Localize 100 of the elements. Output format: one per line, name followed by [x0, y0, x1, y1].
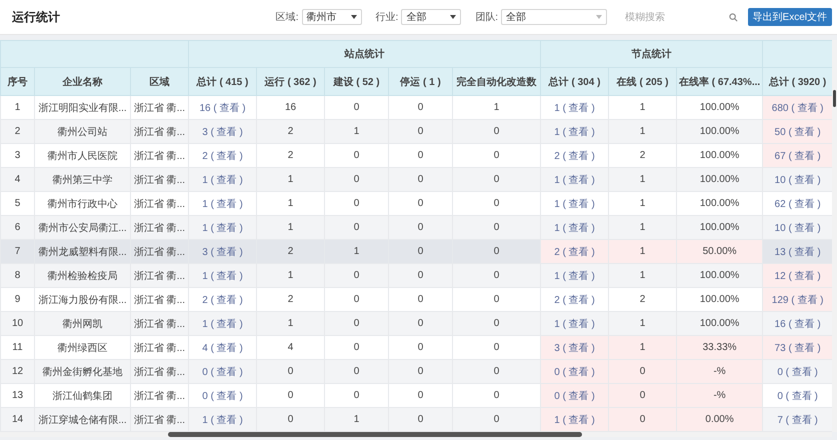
- table-cell: 100.00%: [700, 222, 740, 233]
- dropdown[interactable]: 全部: [501, 9, 608, 25]
- table-cell: 衢州网凯: [62, 318, 102, 330]
- table-cell: 衢州第三中学: [52, 174, 112, 186]
- table-cell: 7: [14, 246, 20, 257]
- table-cell: 浙江省 衢...: [134, 102, 186, 114]
- column-header: 总计 ( 304 ): [548, 76, 600, 88]
- table-cell: 0: [354, 102, 360, 113]
- vertical-scrollbar[interactable]: [833, 90, 836, 107]
- table-cell: 1: [640, 246, 646, 257]
- table-row[interactable]: 1 浙江明阳实业有限... 浙江省 衢... 16 ( 查看 ) 16 0 0 1 1 ( 查看 ) 1 100.00% 680 ( 查看 ): [0, 96, 832, 120]
- table-cell: 衢州市行政中心: [48, 198, 118, 210]
- table-cell: 浙江省 衢...: [134, 198, 186, 210]
- table-row[interactable]: 12 衢州金街孵化基地 浙江省 衢... 0 ( 查看 ) 0 0 0 0 0 ( 查看 ) 0 -% 0 ( 查看 ): [0, 360, 832, 384]
- table-cell: 0: [494, 294, 500, 305]
- table-cell: 衢州绿西区: [58, 342, 108, 354]
- table-cell: 0: [354, 342, 360, 353]
- column-group-header: 节点统计: [632, 49, 672, 60]
- table-row[interactable]: 11 衢州绿西区 浙江省 衢... 4 ( 查看 ) 4 0 0 0 3 ( 查看 ) 1 33.33% 73 ( 查看 ): [0, 336, 832, 360]
- table-cell: 0.00%: [705, 414, 734, 425]
- table-row[interactable]: 14 浙江穿城仓储有限... 浙江省 衢... 1 ( 查看 ) 0 1 0 0 1 ( 查看 ) 0 0.00% 7 ( 查看 ): [0, 408, 832, 432]
- table-cell: 4: [14, 174, 20, 185]
- table-cell: 浙江省 衢...: [134, 270, 186, 282]
- table-cell: 0: [418, 102, 424, 113]
- table-cell: 浙江省 衢...: [134, 222, 186, 234]
- table-cell: 0: [418, 318, 424, 329]
- table-cell: 1: [640, 198, 646, 209]
- column-header: 停运 ( 1 ): [400, 76, 441, 88]
- caret-icon: [350, 15, 357, 19]
- table-cell: 33.33%: [702, 342, 737, 353]
- table-cell: 4: [288, 342, 294, 353]
- table-row[interactable]: 7 衢州龙威塑料有限... 浙江省 衢... 3 ( 查看 ) 2 1 0 0 2 ( 查看 ) 1 50.00% 13 ( 查看 ): [0, 240, 832, 264]
- table-cell: 0: [418, 222, 424, 233]
- table-cell: 11: [12, 342, 23, 353]
- table-row[interactable]: 9 浙江海力股份有限... 浙江省 衢... 2 ( 查看 ) 2 0 0 0 2 ( 查看 ) 2 100.00% 129 ( 查看 ): [0, 288, 832, 312]
- table-cell: 2: [640, 150, 646, 161]
- table-cell: 0: [494, 246, 500, 257]
- dropdown[interactable]: 全部: [401, 9, 462, 25]
- table-cell: 0: [418, 414, 424, 425]
- table-row[interactable]: 6 衢州市公安局衢江... 浙江省 衢... 1 ( 查看 ) 1 0 0 0 1 ( 查看 ) 1 100.00% 10 ( 查看 ): [0, 216, 832, 240]
- table-cell: 0: [418, 246, 424, 257]
- table-cell: 0: [494, 342, 500, 353]
- table-cell: 0: [354, 318, 360, 329]
- column-header: 在线率 ( 67.43%...: [679, 76, 760, 88]
- table-cell: 0: [494, 150, 500, 161]
- table-cell: 0: [494, 414, 500, 425]
- column-header: 序号: [8, 76, 28, 88]
- table-cell: 0: [494, 270, 500, 281]
- table-cell: 100.00%: [700, 270, 740, 281]
- table-cell: 浙江海力股份有限...: [38, 294, 127, 306]
- table-cell: 浙江明阳实业有限...: [38, 102, 127, 114]
- table-row[interactable]: 5 衢州市行政中心 浙江省 衢... 1 ( 查看 ) 1 0 0 0 1 ( 查看 ) 1 100.00% 62 ( 查看 ): [0, 192, 832, 216]
- table-cell: 浙江仙鹤集团: [52, 390, 112, 402]
- table-cell: 0: [354, 270, 360, 281]
- table-cell: 衢州公司站: [58, 126, 108, 138]
- table-cell: 浙江省 衢...: [134, 126, 186, 138]
- table-cell: 6: [14, 222, 20, 233]
- table-cell: 浙江省 衢...: [134, 150, 186, 162]
- search-icon[interactable]: [728, 12, 738, 22]
- table-cell: 10: [12, 318, 24, 329]
- table-cell: 浙江省 衢...: [134, 318, 186, 330]
- table-row[interactable]: 8 衢州检验检疫局 浙江省 衢... 1 ( 查看 ) 1 0 0 0 1 ( 查看 ) 1 100.00% 12 ( 查看 ): [0, 264, 832, 288]
- table-row[interactable]: 2 衢州公司站 浙江省 衢... 3 ( 查看 ) 2 1 0 0 1 ( 查看 ) 1 100.00% 50 ( 查看 ): [0, 120, 832, 144]
- table-cell: 9: [14, 294, 20, 305]
- table-cell: -%: [713, 390, 726, 401]
- table-cell: 100.00%: [700, 150, 740, 161]
- table-cell: 0: [494, 126, 500, 137]
- search-field[interactable]: 模糊搜索: [625, 12, 716, 22]
- table-cell: 100.00%: [700, 294, 740, 305]
- export-button[interactable]: 导出到Excel文件: [748, 8, 832, 26]
- column-header: 企业名称: [62, 76, 102, 88]
- table-cell: 1: [494, 102, 500, 113]
- table-cell: 2: [14, 126, 20, 137]
- table-cell: 0: [288, 390, 294, 401]
- table-cell: 0: [418, 294, 424, 305]
- table-cell: 8: [14, 270, 20, 281]
- table-cell: 0: [418, 390, 424, 401]
- table-cell: 1: [640, 102, 646, 113]
- table-row[interactable]: 4 衢州第三中学 浙江省 衢... 1 ( 查看 ) 1 0 0 0 1 ( 查看 ) 1 100.00% 10 ( 查看 ): [0, 168, 832, 192]
- table-cell: 1: [640, 174, 646, 185]
- table-row[interactable]: 3 衢州市人民医院 浙江省 衢... 2 ( 查看 ) 2 0 0 0 2 ( 查看 ) 2 100.00% 67 ( 查看 ): [0, 144, 832, 168]
- table-cell: 2: [640, 294, 646, 305]
- horizontal-scrollbar[interactable]: [168, 432, 582, 437]
- table-cell: 浙江省 衢...: [134, 294, 186, 306]
- table-row[interactable]: 13 浙江仙鹤集团 浙江省 衢... 0 ( 查看 ) 0 0 0 0 0 ( 查看 ) 0 -% 0 ( 查看 ): [0, 384, 832, 408]
- table-cell: 12: [12, 366, 24, 377]
- page-title: 运行统计: [12, 8, 61, 26]
- table-cell: 13: [12, 390, 24, 401]
- table-cell: 100.00%: [700, 318, 740, 329]
- table-cell: 0: [418, 366, 424, 377]
- table-cell: 2: [288, 150, 294, 161]
- dropdown[interactable]: 衢州市: [302, 9, 362, 25]
- column-group-header: 站点统计: [344, 49, 385, 60]
- table-cell: 50.00%: [702, 246, 737, 257]
- table-cell: 3: [14, 150, 20, 161]
- table-cell: 0: [354, 222, 360, 233]
- table-row[interactable]: 10 衢州网凯 浙江省 衢... 1 ( 查看 ) 1 0 0 0 1 ( 查看 ) 1 100.00% 16 ( 查看 ): [0, 312, 832, 336]
- table-cell: 2: [288, 126, 294, 137]
- table-cell: 浙江穿城仓储有限...: [38, 414, 127, 426]
- table-cell: 0: [640, 366, 646, 377]
